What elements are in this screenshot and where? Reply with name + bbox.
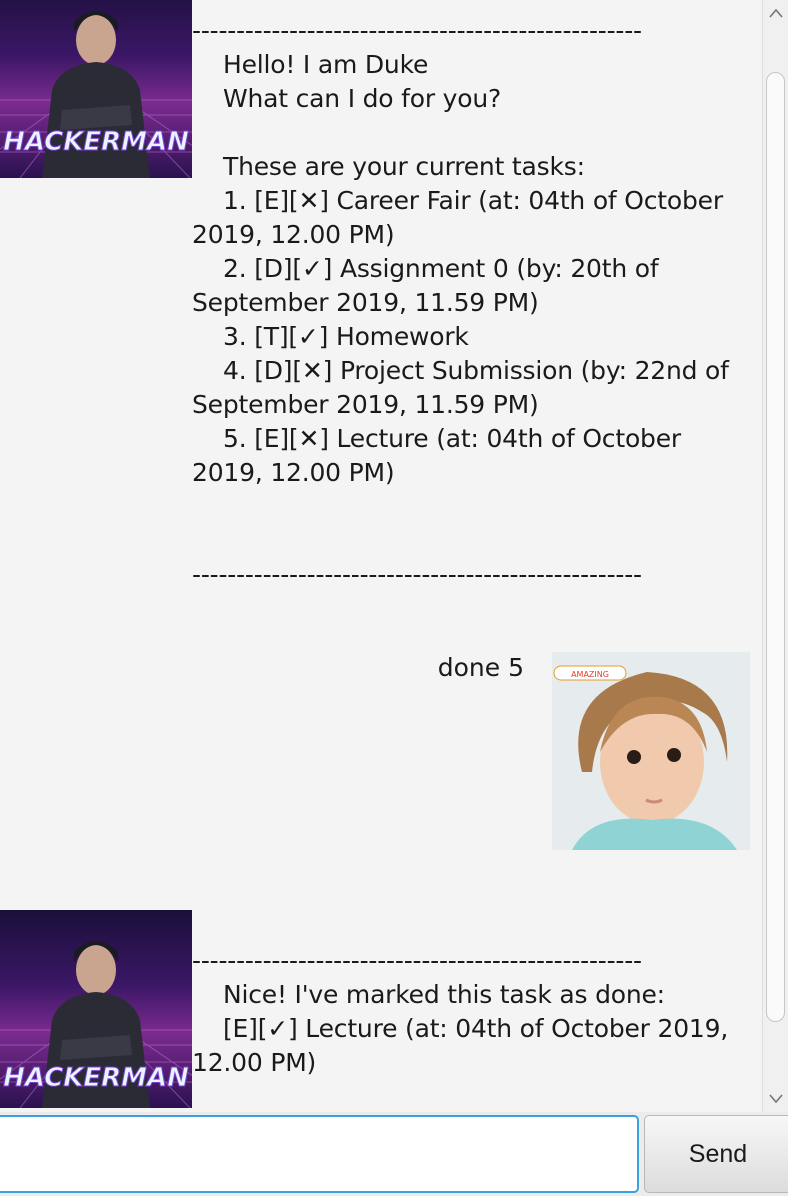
duke-message: ----------------------------------------… [192, 16, 729, 589]
input-bar: Send [0, 1112, 788, 1196]
user-avatar: AMAZING [552, 652, 750, 850]
scroll-up-button[interactable] [763, 0, 788, 26]
send-button[interactable]: Send [644, 1115, 788, 1193]
dialog-container[interactable]: HACKERMAN ------------------------------… [0, 0, 762, 1112]
vertical-scrollbar[interactable] [762, 0, 788, 1112]
chevron-up-icon [768, 8, 783, 18]
avatar-caption: HACKERMAN [3, 127, 189, 157]
user-avatar-caption: AMAZING [571, 670, 609, 679]
scroll-thumb[interactable] [766, 72, 785, 1022]
message-input[interactable] [0, 1115, 639, 1193]
avatar-caption: HACKERMAN [3, 1063, 189, 1093]
duke-avatar: HACKERMAN [0, 0, 192, 178]
scroll-down-button[interactable] [763, 1086, 788, 1112]
chevron-down-icon [768, 1094, 783, 1104]
duke-avatar: HACKERMAN [0, 910, 192, 1108]
user-message: done 5 [437, 653, 524, 682]
duke-message: ----------------------------------------… [192, 946, 729, 1077]
